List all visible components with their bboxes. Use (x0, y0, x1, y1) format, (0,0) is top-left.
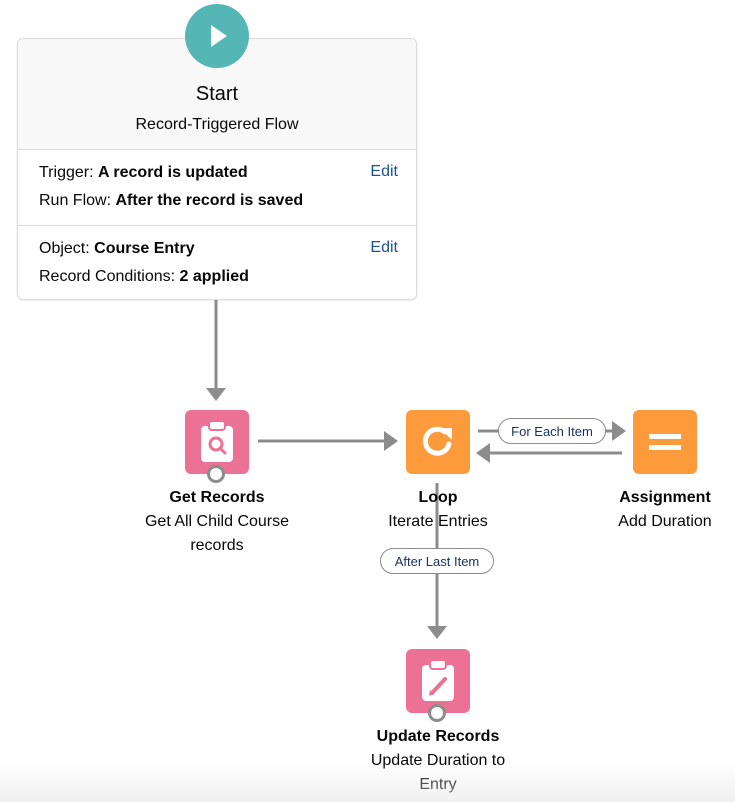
conditions-label: Record Conditions: (39, 268, 176, 285)
arrowhead-icon (384, 431, 398, 451)
arrowhead-icon (476, 443, 490, 463)
trigger-section: Trigger: A record is updated Run Flow: A… (18, 150, 416, 226)
assignment-name: Add Duration (618, 513, 712, 530)
for-each-item-pill[interactable]: For Each Item (498, 418, 606, 444)
object-label: Object: (39, 240, 90, 257)
start-element-card[interactable]: Start Record-Triggered Flow Trigger: A r… (17, 38, 417, 300)
run-flow-label: Run Flow: (39, 192, 112, 209)
clipboard-pencil-icon (422, 659, 454, 701)
assignment-type: Assignment (619, 489, 711, 506)
arrowhead-icon (427, 626, 447, 639)
loop-label: Loop Iterate Entries (338, 486, 538, 534)
update-records-label: Update Records Update Duration to Entry (338, 725, 538, 797)
trigger-value: A record is updated (97, 164, 248, 181)
update-records-type: Update Records (376, 728, 500, 745)
get-records-type: Get Records (169, 489, 265, 506)
update-records-connector-handle[interactable] (428, 704, 446, 722)
update-records-name-line1: Update Duration to (370, 752, 506, 769)
object-row: Object: Course Entry (39, 226, 395, 259)
run-flow-value: After the record is saved (115, 192, 304, 209)
loop-node[interactable] (406, 410, 470, 474)
equals-icon (649, 434, 681, 450)
assignment-label: Assignment Add Duration (565, 486, 735, 534)
loop-icon (422, 426, 452, 456)
update-records-name-line2: Entry (419, 776, 457, 793)
get-records-label: Get Records Get All Child Course records (117, 486, 317, 558)
clipboard-search-icon (201, 420, 233, 462)
object-section: Object: Course Entry Record Conditions: … (18, 226, 416, 301)
get-records-connector-handle[interactable] (207, 465, 225, 483)
object-value: Course Entry (94, 240, 195, 257)
conditions-value: 2 applied (179, 268, 249, 285)
start-subtitle: Record-Triggered Flow (135, 116, 299, 133)
arrowhead-icon (612, 421, 626, 441)
loop-type: Loop (418, 489, 458, 506)
get-records-name-line1: Get All Child Course (144, 513, 290, 530)
get-records-name-line2: records (190, 537, 244, 554)
conditions-row: Record Conditions: 2 applied (39, 267, 395, 287)
edit-object-link[interactable]: Edit (370, 239, 398, 257)
play-icon (211, 25, 227, 47)
arrowhead-icon (206, 388, 226, 401)
edit-trigger-link[interactable]: Edit (370, 163, 398, 181)
start-node-icon[interactable] (185, 4, 249, 68)
after-last-item-pill[interactable]: After Last Item (380, 548, 494, 574)
trigger-row: Trigger: A record is updated (39, 150, 395, 183)
trigger-label: Trigger: (39, 164, 94, 181)
run-flow-row: Run Flow: After the record is saved (39, 191, 395, 211)
loop-name: Iterate Entries (388, 513, 488, 530)
assignment-node[interactable] (633, 410, 697, 474)
